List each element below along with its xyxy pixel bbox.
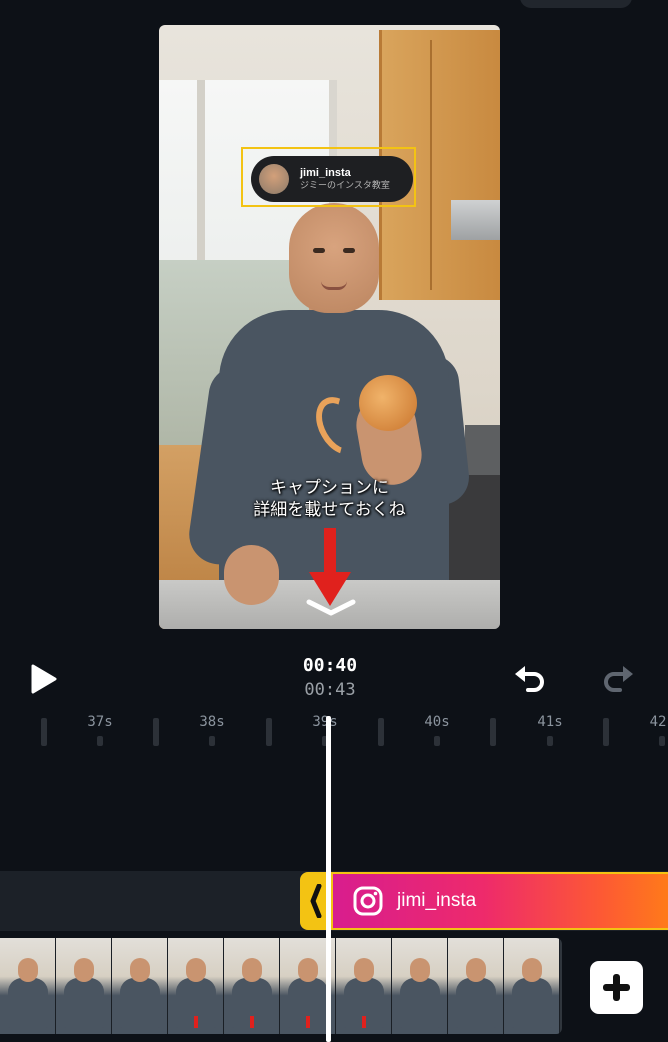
chevron-left-icon (310, 884, 322, 918)
video-thumbnail (168, 938, 224, 1034)
ruler-label: 41s (537, 714, 563, 730)
total-duration: 00:43 (304, 680, 356, 700)
ruler-tick (266, 718, 272, 746)
sticker-clip[interactable]: jimi_insta (333, 872, 668, 930)
ruler-label: 42 (649, 714, 667, 730)
red-arrow-icon (309, 528, 351, 606)
ruler-label: 39s (312, 714, 338, 730)
add-clip-button[interactable] (590, 961, 643, 1014)
timeline-ruler[interactable]: 37s 38s 39s 40s 41s 42 (0, 706, 668, 751)
video-thumbnail (336, 938, 392, 1034)
ruler-tick (659, 736, 665, 746)
video-thumbnail (112, 938, 168, 1034)
playhead[interactable] (326, 716, 331, 1042)
video-thumbnail (392, 938, 448, 1034)
sticker-clip-label: jimi_insta (397, 890, 477, 911)
avatar (259, 164, 289, 194)
redo-icon[interactable] (600, 664, 636, 694)
ruler-tick (97, 736, 103, 746)
play-icon[interactable] (28, 663, 58, 695)
ruler-tick (547, 736, 553, 746)
plus-icon (603, 974, 630, 1001)
ruler-tick (603, 718, 609, 746)
current-time: 00:40 (302, 655, 358, 676)
sticker-username: jimi_insta (300, 166, 351, 179)
ruler-tick (153, 718, 159, 746)
top-button[interactable] (520, 0, 632, 8)
video-thumbnail (448, 938, 504, 1034)
sticker-selection[interactable]: jimi_insta ジミーのインスタ教室 (241, 147, 416, 207)
instagram-profile-sticker[interactable]: jimi_insta ジミーのインスタ教室 (251, 156, 413, 202)
ruler-label: 38s (199, 714, 225, 730)
video-thumbnail (56, 938, 112, 1034)
caption-line: 詳細を載せておくね (253, 500, 406, 520)
video-track[interactable] (0, 938, 562, 1034)
ruler-tick (434, 736, 440, 746)
caption-line: キャプションに (270, 478, 389, 498)
ruler-label: 40s (424, 714, 450, 730)
video-thumbnail (504, 938, 560, 1034)
instagram-icon (353, 886, 383, 916)
ruler-label: 37s (87, 714, 113, 730)
video-thumbnail (0, 938, 56, 1034)
video-thumbnail (224, 938, 280, 1034)
video-caption: キャプションに 詳細を載せておくね (159, 477, 500, 521)
ruler-tick (490, 718, 496, 746)
ruler-tick (41, 718, 47, 746)
chevron-down-icon (306, 599, 356, 616)
sticker-subtitle: ジミーのインスタ教室 (300, 180, 390, 191)
undo-icon[interactable] (512, 664, 548, 694)
ruler-tick (209, 736, 215, 746)
ruler-tick (378, 718, 384, 746)
video-preview[interactable]: jimi_insta ジミーのインスタ教室 キャプションに 詳細を載せておくね (159, 25, 500, 629)
